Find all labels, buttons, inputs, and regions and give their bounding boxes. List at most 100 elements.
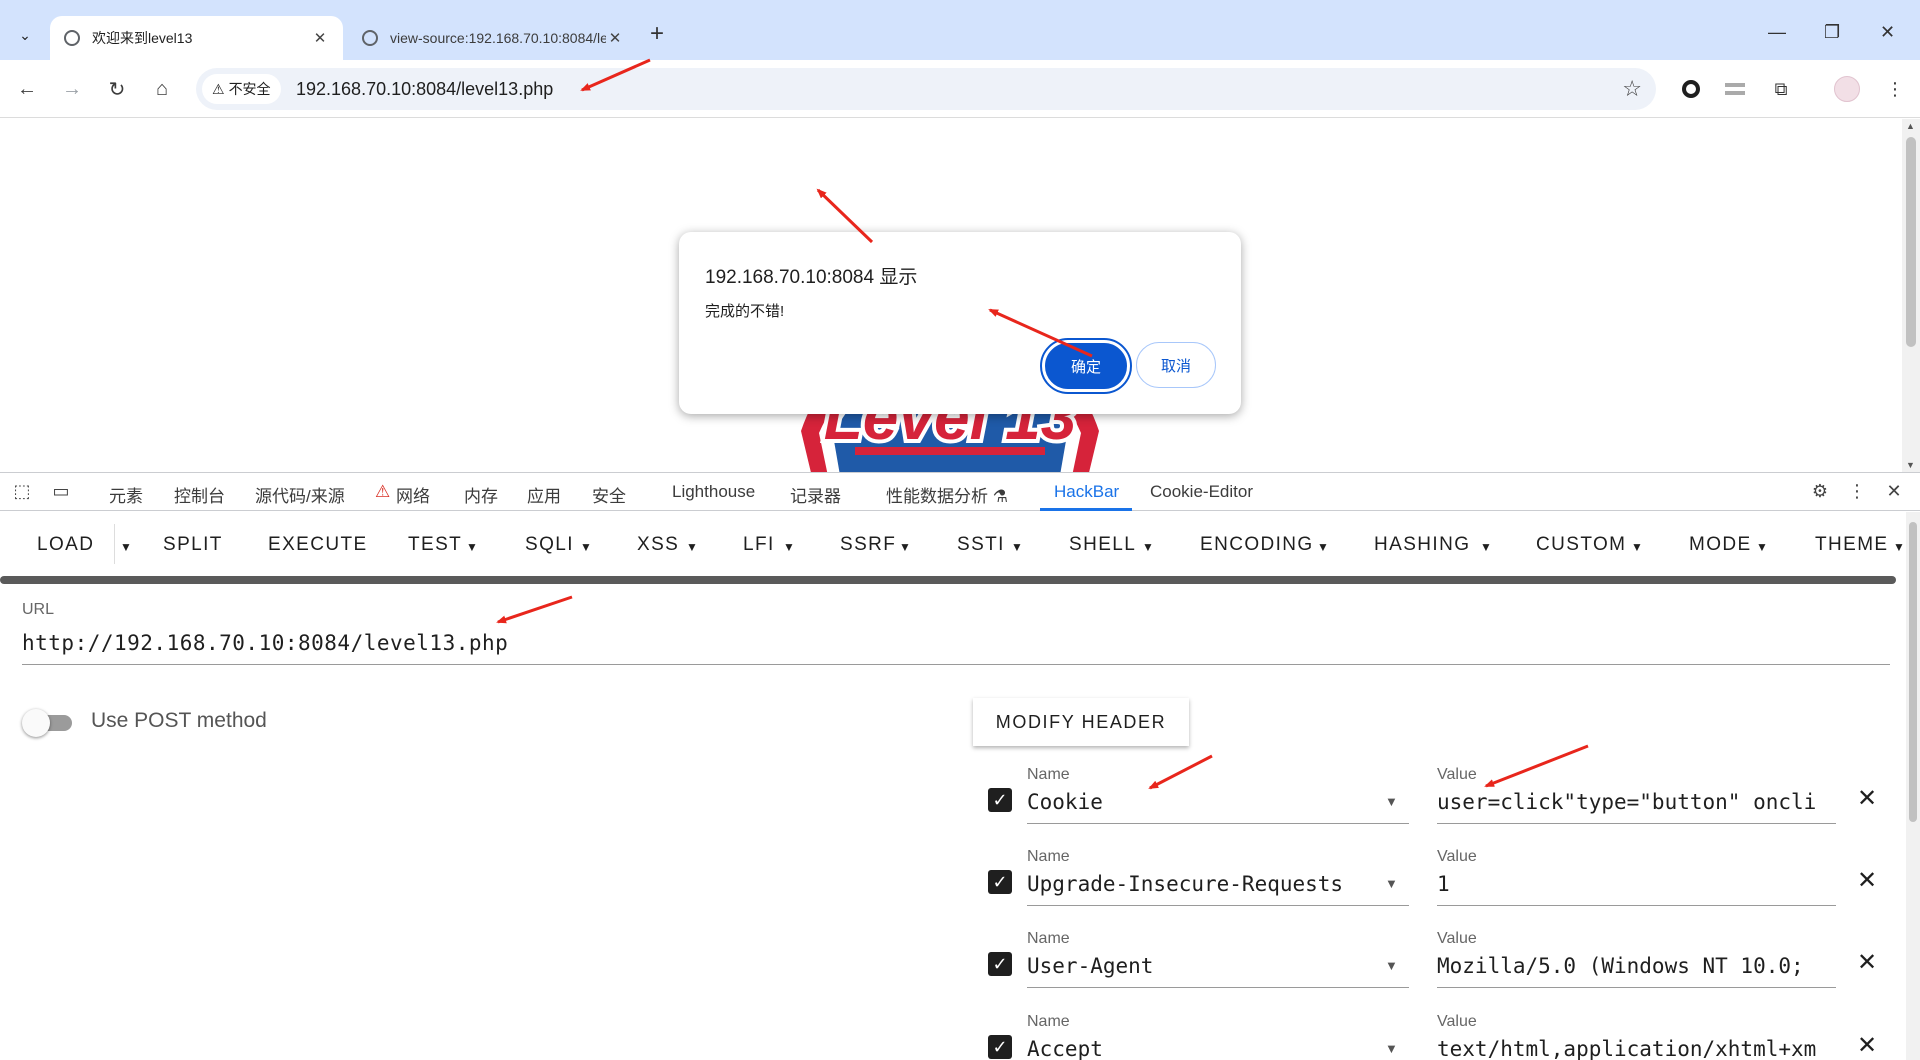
hackbar-lfi[interactable]: LFI (743, 534, 775, 556)
profile-avatar-icon[interactable] (1832, 74, 1862, 104)
alert-dialog: 192.168.70.10:8084 显示 完成的不错! 确定 取消 (679, 232, 1241, 414)
hackbar-theme[interactable]: THEME (1815, 534, 1889, 556)
globe-icon (362, 30, 378, 46)
chevron-down-icon: ▼ (686, 540, 700, 554)
record-extension-icon[interactable] (1676, 74, 1706, 104)
header-name-select[interactable]: Upgrade-Insecure-Requests (1027, 872, 1409, 906)
hackbar-execute[interactable]: EXECUTE (268, 534, 368, 556)
restore-icon[interactable]: ❐ (1824, 22, 1840, 43)
remove-header-icon[interactable]: ✕ (1857, 784, 1877, 813)
dialog-ok-button[interactable]: 确定 (1040, 338, 1132, 394)
inspect-element-icon[interactable]: ⬚ (11, 481, 33, 503)
back-icon[interactable]: ← (12, 74, 42, 104)
devtools-tab-performance-insights[interactable]: 性能数据分析 ⚗ (886, 482, 1008, 507)
security-chip[interactable]: ⚠ 不安全 (202, 74, 281, 104)
header-name-select[interactable]: Cookie (1027, 790, 1409, 824)
hackbar-test[interactable]: TEST (408, 534, 462, 556)
chevron-down-icon: ▼ (1011, 540, 1025, 554)
remove-header-icon[interactable]: ✕ (1857, 866, 1877, 895)
devtools-tab-console[interactable]: 控制台 (174, 482, 225, 507)
new-tab-icon[interactable]: + (650, 20, 664, 48)
device-toolbar-icon[interactable]: ▭ (50, 481, 72, 503)
hackbar-shell[interactable]: SHELL (1069, 534, 1136, 556)
tab-title: view-source:192.168.70.10:8084/level13.p… (390, 30, 606, 46)
devtools-tab-cookie-editor[interactable]: Cookie-Editor (1150, 482, 1253, 502)
hackbar-ssti[interactable]: SSTI (957, 534, 1005, 556)
header-enabled-checkbox[interactable]: ✓ (988, 788, 1012, 812)
chevron-down-icon: ▼ (1893, 540, 1907, 554)
header-value-input[interactable]: 1 (1437, 872, 1836, 906)
extensions-puzzle-icon[interactable]: ⧉ (1766, 74, 1796, 104)
browser-toolbar: ← → ↻ ⌂ ⚠ 不安全 192.168.70.10:8084/level13… (0, 60, 1920, 118)
chevron-down-icon[interactable]: ▼ (1385, 1041, 1398, 1056)
scrollbar-thumb[interactable] (1906, 137, 1916, 347)
scroll-down-icon[interactable]: ▼ (1906, 460, 1915, 470)
tab-close-icon[interactable]: ✕ (311, 29, 329, 47)
header-value-input[interactable]: Mozilla/5.0 (Windows NT 10.0; (1437, 954, 1836, 988)
chevron-down-icon: ▼ (1317, 540, 1331, 554)
tab-level13[interactable]: 欢迎来到level13 ✕ (50, 16, 343, 60)
devtools-tab-lighthouse[interactable]: Lighthouse (672, 482, 755, 502)
scroll-up-icon[interactable]: ▲ (1906, 121, 1915, 131)
devtools-tab-hackbar[interactable]: HackBar (1054, 482, 1119, 502)
hackbar-menu: LOAD ▼ SPLIT EXECUTE TEST ▼ SQLI ▼ XSS ▼ LF… (0, 512, 1920, 572)
bookmark-star-icon[interactable]: ☆ (1622, 76, 1642, 102)
devtools-close-icon[interactable]: ✕ (1883, 481, 1905, 503)
header-name-select[interactable]: Accept (1027, 1037, 1409, 1060)
hackbar-mode[interactable]: MODE (1689, 534, 1752, 556)
chevron-down-icon[interactable]: ▼ (1385, 876, 1398, 891)
reload-icon[interactable]: ↻ (102, 74, 132, 104)
header-name-select[interactable]: User-Agent (1027, 954, 1409, 988)
tab-search-icon[interactable]: ⌄ (8, 18, 42, 52)
post-method-toggle[interactable] (22, 709, 74, 737)
hackbar-custom[interactable]: CUSTOM (1536, 534, 1626, 556)
warning-icon: ⚠ (212, 80, 225, 97)
scrollbar-thumb[interactable] (1909, 522, 1917, 822)
hackbar-sqli[interactable]: SQLI (525, 534, 574, 556)
remove-header-icon[interactable]: ✕ (1857, 1031, 1877, 1060)
devtools-tab-recorder[interactable]: 记录器 (790, 482, 841, 507)
devtools-tab-application[interactable]: 应用 (527, 482, 561, 507)
devtools-settings-icon[interactable]: ⚙ (1809, 481, 1831, 503)
devtools-tab-elements[interactable]: 元素 (109, 482, 143, 507)
header-enabled-checkbox[interactable]: ✓ (988, 1035, 1012, 1059)
remove-header-icon[interactable]: ✕ (1857, 948, 1877, 977)
header-name-label: Name (1027, 848, 1070, 865)
devtools-more-icon[interactable]: ⋮ (1846, 481, 1868, 503)
devtools-tab-network[interactable]: 网络 (396, 482, 430, 507)
hackbar-split[interactable]: SPLIT (163, 534, 223, 556)
forward-icon[interactable]: → (57, 74, 87, 104)
tab-close-icon[interactable]: ✕ (606, 29, 624, 47)
hackbar-xss[interactable]: XSS (637, 534, 679, 556)
header-enabled-checkbox[interactable]: ✓ (988, 952, 1012, 976)
chevron-down-icon[interactable]: ▼ (1385, 794, 1398, 809)
devtools-tab-security[interactable]: 安全 (592, 482, 626, 507)
close-window-icon[interactable]: ✕ (1880, 22, 1895, 43)
url-input[interactable]: http://192.168.70.10:8084/level13.php (22, 631, 508, 655)
chevron-down-icon[interactable]: ▼ (1385, 958, 1398, 973)
address-url[interactable]: 192.168.70.10:8084/level13.php (296, 79, 553, 100)
home-icon[interactable]: ⌂ (147, 74, 177, 104)
load-dropdown-icon[interactable]: ▼ (120, 540, 133, 554)
header-value-input[interactable]: text/html,application/xhtml+xm (1437, 1037, 1836, 1060)
header-value-input[interactable]: user=click"type="button" oncli (1437, 790, 1836, 824)
hackbar-ssrf[interactable]: SSRF (840, 534, 896, 556)
modify-header-button[interactable]: MODIFY HEADER (973, 698, 1189, 746)
devtools-scrollbar[interactable] (1906, 512, 1920, 1060)
browser-menu-icon[interactable]: ⋮ (1880, 74, 1910, 104)
header-row: ✓ Name Accept ▼ Value text/html,applicat… (985, 1013, 1885, 1060)
devtools-tab-sources[interactable]: 源代码/来源 (255, 482, 345, 507)
address-bar[interactable]: ⚠ 不安全 192.168.70.10:8084/level13.php ☆ (196, 68, 1656, 110)
tab-view-source[interactable]: view-source:192.168.70.10:8084/level13.p… (348, 16, 638, 60)
hackbar-encoding[interactable]: ENCODING (1200, 534, 1314, 556)
hackbar-extension-icon[interactable] (1720, 74, 1750, 104)
dialog-cancel-button[interactable]: 取消 (1136, 342, 1216, 388)
page-scrollbar[interactable]: ▲ ▼ (1902, 119, 1920, 472)
header-row: ✓ Name Upgrade-Insecure-Requests ▼ Value… (985, 848, 1885, 918)
hackbar-load[interactable]: LOAD (37, 534, 94, 556)
devtools-tab-memory[interactable]: 内存 (464, 482, 498, 507)
hackbar-hashing[interactable]: HASHING (1374, 534, 1470, 556)
header-name-label: Name (1027, 1013, 1070, 1030)
minimize-icon[interactable]: — (1768, 22, 1786, 43)
header-enabled-checkbox[interactable]: ✓ (988, 870, 1012, 894)
